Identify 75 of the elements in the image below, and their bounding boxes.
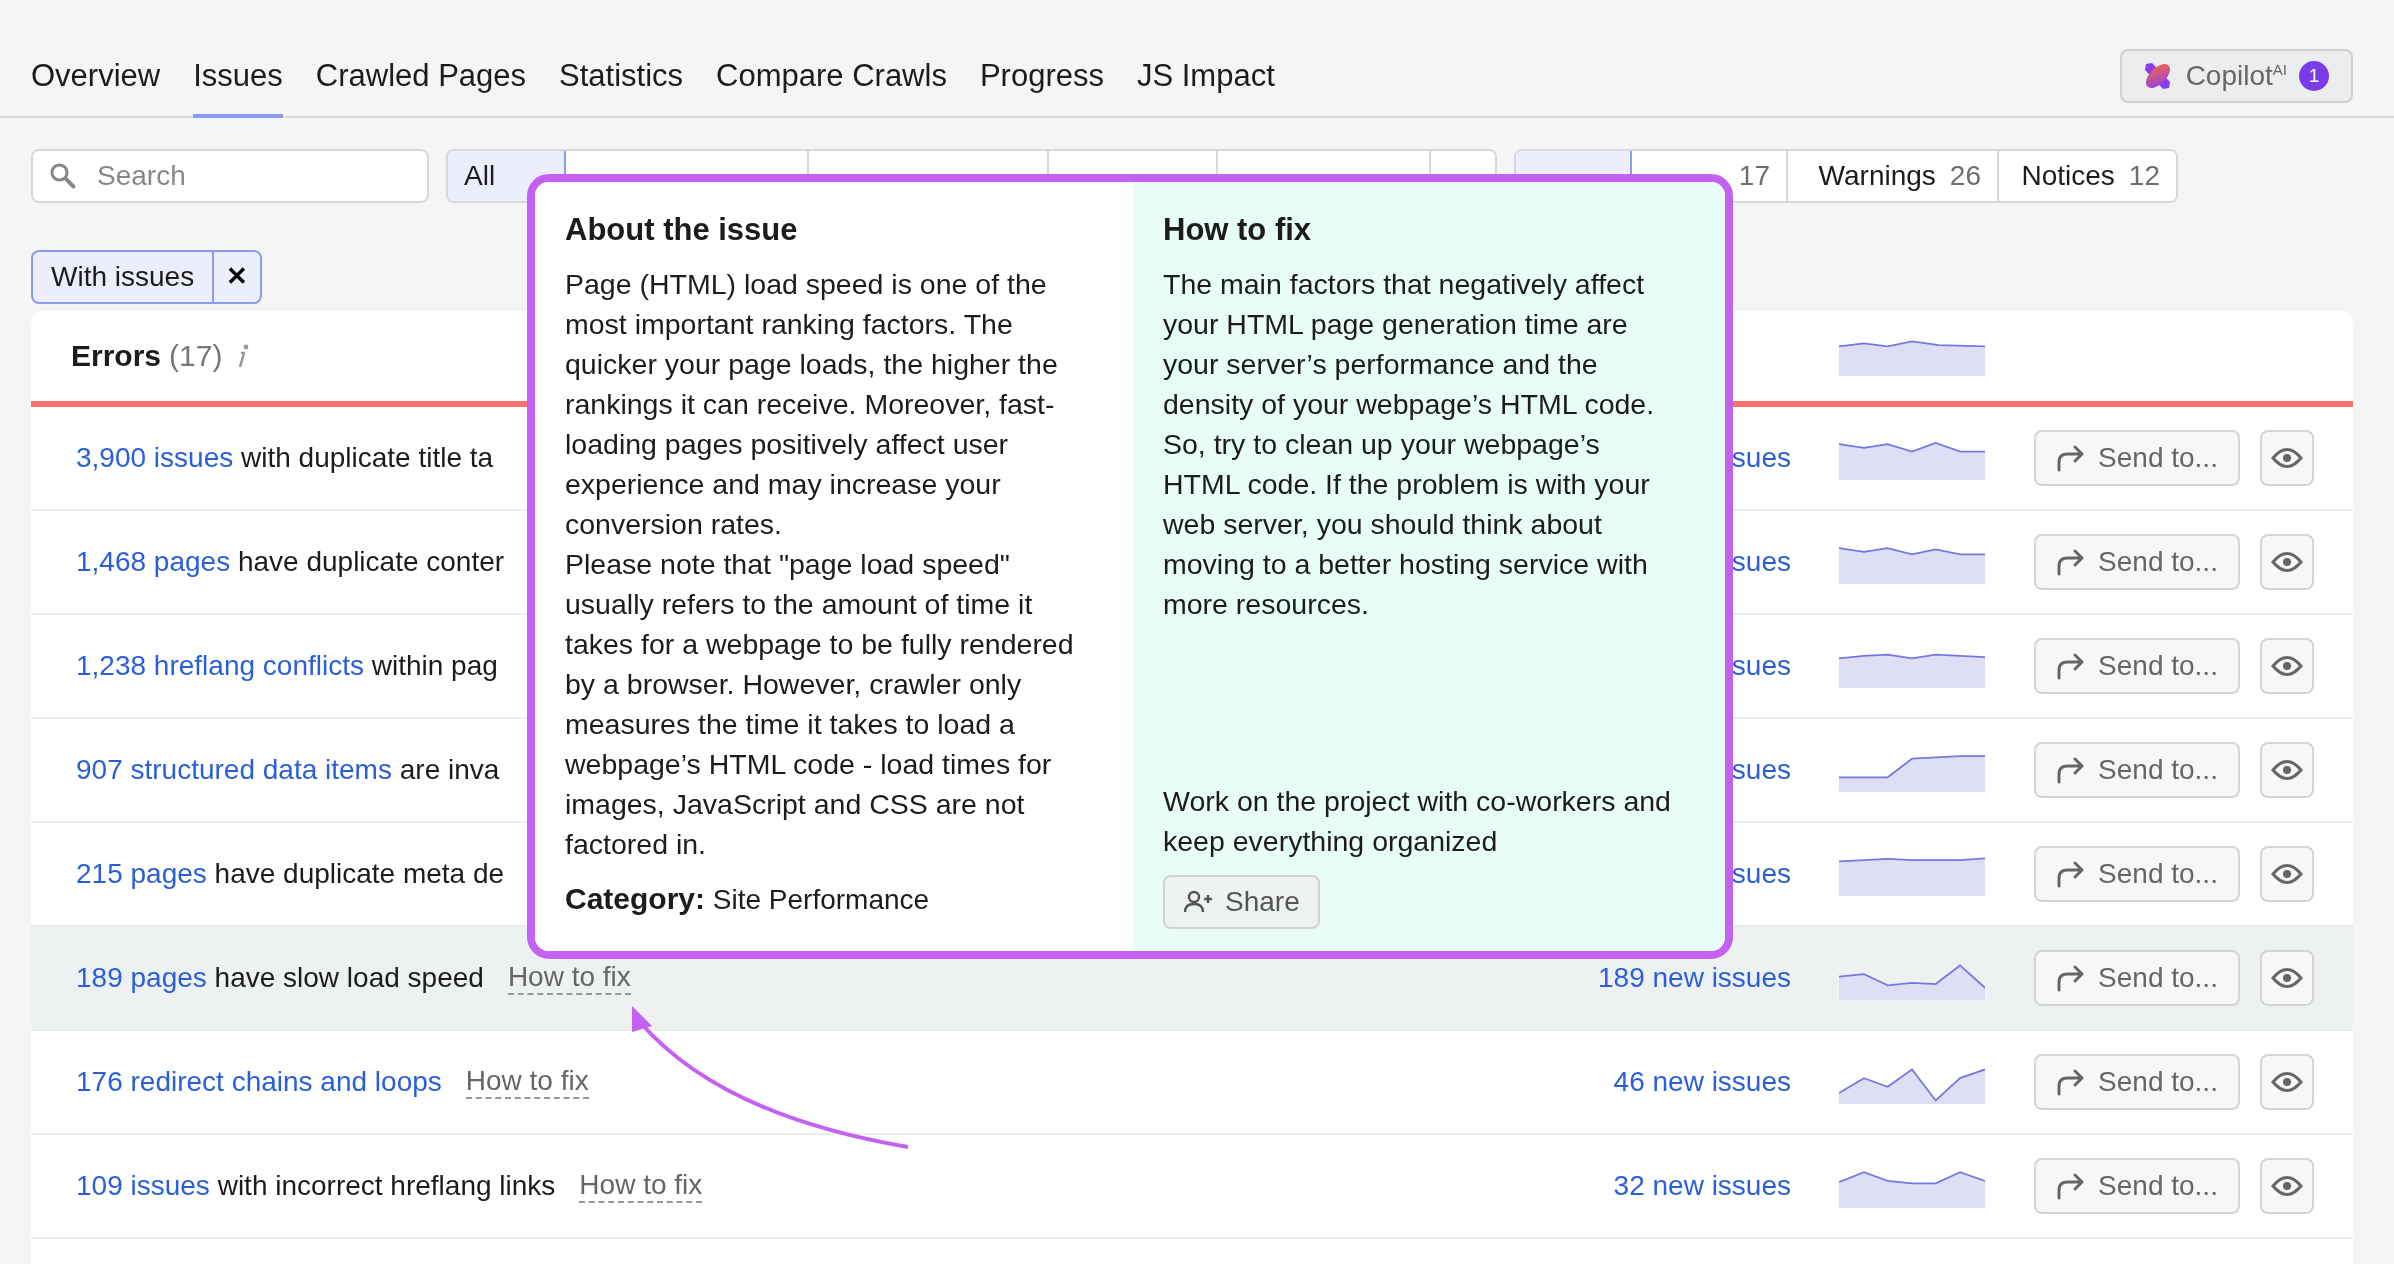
eye-icon — [2271, 863, 2303, 885]
view-button[interactable] — [2260, 534, 2314, 590]
new-issues-link[interactable]: sues — [1731, 546, 1791, 578]
share-button[interactable]: Share — [1163, 875, 1320, 929]
popup-paragraph: Page (HTML) load speed is one of the most important ranking factors. The quicker your page loads, the higher the rankings it can receive. Moreover, fast-loading pages positively affect user experience and may increase your conversion rates. — [565, 267, 1059, 542]
popup-paragraph: Please note that "page load speed" usually refers to the amount of time it takes for a webpage to be fully rendered by a browser. However, crawler only measures the time it takes to load a webpage’s HTML code - load times for images, JavaScript and CSS are not factored in. — [565, 547, 1075, 862]
info-icon[interactable] — [236, 343, 251, 369]
view-button[interactable] — [2260, 1158, 2314, 1214]
issue-count-link[interactable]: 215 pages — [76, 858, 207, 889]
remove-filter-button[interactable]: ✕ — [212, 251, 261, 302]
view-button[interactable] — [2260, 638, 2314, 694]
tab[interactable]: JS Impact — [1136, 58, 1275, 118]
how-to-fix-link[interactable]: How to fix — [507, 961, 631, 995]
popup-heading: How to fix — [1163, 212, 1313, 248]
search-icon — [49, 162, 77, 190]
send-to-button[interactable]: Send to... — [2034, 430, 2240, 486]
view-button[interactable] — [2260, 846, 2314, 902]
send-to-button[interactable]: Send to... — [2034, 534, 2240, 590]
filter-label: With issues — [50, 259, 196, 294]
issue-description: 189 pages have slow load speed — [76, 962, 484, 994]
new-issues-link[interactable]: sues — [1731, 754, 1791, 786]
send-to-button[interactable]: Send to... — [2034, 742, 2240, 798]
popup-heading: About the issue — [565, 212, 799, 248]
issue-count-link[interactable]: 1,468 pages — [76, 546, 231, 577]
view-button[interactable] — [2260, 950, 2314, 1006]
add-person-icon — [1183, 890, 1213, 914]
new-issues-link[interactable]: sues — [1731, 442, 1791, 474]
send-to-button[interactable]: Send to... — [2034, 638, 2240, 694]
eye-icon — [2271, 1071, 2303, 1093]
issue-count-link[interactable]: 907 structured data items — [76, 754, 392, 785]
new-issues-link[interactable]: 189 new issues — [1598, 962, 1791, 994]
send-to-button[interactable]: Send to... — [2034, 846, 2240, 902]
search-field[interactable]: Search — [31, 149, 429, 203]
popup-paragraph: The main factors that negatively affect your HTML page generation time are your server’s performance and the density of your webpage’s HTML code. So, try to clean up your webpage’s HTML code. If the problem is with your web server, you should think about moving to a better hosting service with more resources. — [1163, 267, 1656, 622]
tab[interactable]: Compare Crawls — [716, 58, 947, 118]
issue-count-link[interactable]: 1,238 hreflang conflicts — [76, 650, 364, 681]
copilot-button[interactable]: Copilot$^{AI}$ 1 — [2119, 49, 2353, 103]
issue-category: Category: Site Performance — [565, 882, 931, 916]
new-issues-link[interactable]: sues — [1731, 650, 1791, 682]
share-prompt: Work on the project with co-workers and keep everything organized — [1163, 784, 1672, 859]
issue-description: 109 issues with incorrect hreflang links — [76, 1170, 556, 1202]
tab[interactable]: Statistics — [559, 58, 684, 118]
send-to-button[interactable]: Send to... — [2034, 1158, 2240, 1214]
issue-description: 215 pages have duplicate meta de — [76, 858, 505, 890]
how-to-fix-link[interactable]: How to fix — [579, 1169, 703, 1203]
issue-description: 1,468 pages have duplicate conter — [76, 546, 505, 578]
issue-description: 1,238 hreflang conflicts within pag — [76, 650, 498, 682]
how-to-fix-link[interactable]: How to fix — [465, 1065, 589, 1099]
view-button[interactable] — [2260, 430, 2314, 486]
tab[interactable]: Overview — [31, 58, 161, 118]
eye-icon — [2271, 759, 2303, 781]
issue-count-link[interactable]: 189 pages — [76, 962, 207, 993]
new-issues-link[interactable]: 46 new issues — [1613, 1066, 1791, 1098]
issue-description: 3,900 issues with duplicate title ta — [76, 442, 494, 474]
send-to-button[interactable]: Send to... — [2034, 950, 2240, 1006]
issue-count-link[interactable]: 3,900 issues — [76, 442, 234, 473]
issue-count-link[interactable]: 176 redirect chains and loops — [76, 1066, 442, 1098]
eye-icon — [2271, 967, 2303, 989]
card-title: Errors — [71, 339, 162, 373]
eye-icon — [2271, 1175, 2303, 1197]
tab[interactable]: Crawled Pages — [315, 58, 527, 118]
tab[interactable]: Issues — [193, 58, 283, 118]
new-issues-link[interactable]: sues — [1731, 858, 1791, 890]
view-button[interactable] — [2260, 742, 2314, 798]
view-button[interactable] — [2260, 1054, 2314, 1110]
error-count: (17) — [169, 339, 223, 373]
tab[interactable]: Progress — [979, 58, 1104, 118]
eye-icon — [2271, 447, 2303, 469]
eye-icon — [2271, 655, 2303, 677]
send-to-button[interactable]: Send to... — [2034, 1054, 2240, 1110]
new-issues-link[interactable]: 32 new issues — [1613, 1170, 1791, 1202]
issue-description: 907 structured data items are inva — [76, 754, 500, 786]
eye-icon — [2271, 551, 2303, 573]
notification-badge: 1 — [2299, 61, 2329, 91]
issue-count-link[interactable]: 109 issues — [76, 1170, 210, 1201]
